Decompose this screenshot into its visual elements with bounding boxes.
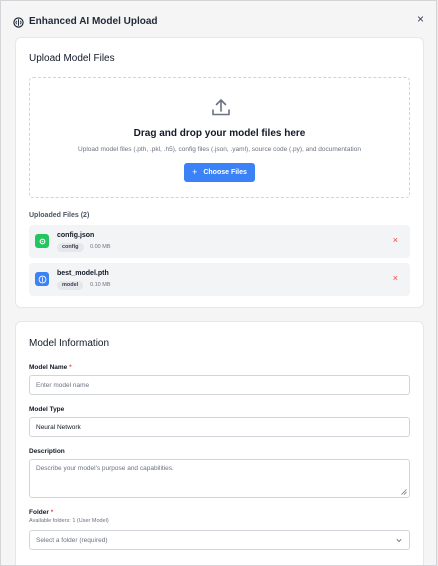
- close-button[interactable]: ×: [417, 12, 424, 26]
- model-name-input[interactable]: Enter model name: [29, 375, 410, 395]
- upload-icon: [212, 99, 230, 116]
- upload-files-card: Upload Model Files Drag and drop your mo…: [15, 37, 424, 308]
- file-type-badge: model: [57, 281, 84, 290]
- model-name-label: Model Name *: [29, 364, 72, 371]
- model-type-label: Model Type: [29, 406, 65, 413]
- description-placeholder: Describe your model's purpose and capabi…: [36, 465, 174, 472]
- uploaded-file-row: config.json config 0.00 MB ×: [29, 225, 410, 258]
- brain-icon: [35, 272, 49, 286]
- model-type-input[interactable]: Neural Network: [29, 417, 410, 437]
- dropzone-title: Drag and drop your model files here: [133, 128, 306, 139]
- file-dropzone[interactable]: Drag and drop your model files here Uplo…: [29, 77, 410, 198]
- uploaded-files-heading: Uploaded Files (2): [29, 212, 90, 219]
- file-name: best_model.pth: [57, 270, 109, 277]
- folder-help-text: Available folders: 1 (User Model): [29, 518, 109, 524]
- model-info-section-title: Model Information: [29, 338, 110, 349]
- file-type-badge: config: [57, 243, 84, 252]
- file-size: 0.00 MB: [90, 244, 111, 250]
- gear-icon: [35, 234, 49, 248]
- modal-title: Enhanced AI Model Upload: [29, 16, 158, 27]
- dropzone-subtitle: Upload model files (.pth, .pkl, .h5), co…: [78, 146, 361, 153]
- file-size: 0.10 MB: [90, 282, 111, 288]
- upload-modal: Enhanced AI Model Upload × Upload Model …: [0, 0, 437, 566]
- remove-file-button[interactable]: ×: [393, 274, 398, 283]
- chevron-down-icon: [396, 538, 402, 543]
- description-textarea[interactable]: Describe your model's purpose and capabi…: [29, 459, 410, 498]
- resize-grip-icon[interactable]: [401, 489, 407, 495]
- description-label: Description: [29, 448, 65, 455]
- model-information-card: Model Information Model Name * Enter mod…: [15, 321, 424, 565]
- folder-select-placeholder: Select a folder (required): [36, 536, 108, 544]
- file-name: config.json: [57, 232, 95, 239]
- uploaded-file-row: best_model.pth model 0.10 MB ×: [29, 263, 410, 296]
- folder-label: Folder *: [29, 509, 54, 516]
- plus-icon: +: [192, 167, 198, 177]
- upload-section-title: Upload Model Files: [29, 53, 115, 64]
- remove-file-button[interactable]: ×: [393, 236, 398, 245]
- brain-icon: [13, 17, 24, 28]
- choose-files-button[interactable]: + Choose Files: [184, 163, 255, 182]
- folder-select[interactable]: Select a folder (required): [29, 530, 410, 550]
- choose-files-label: Choose Files: [203, 169, 247, 176]
